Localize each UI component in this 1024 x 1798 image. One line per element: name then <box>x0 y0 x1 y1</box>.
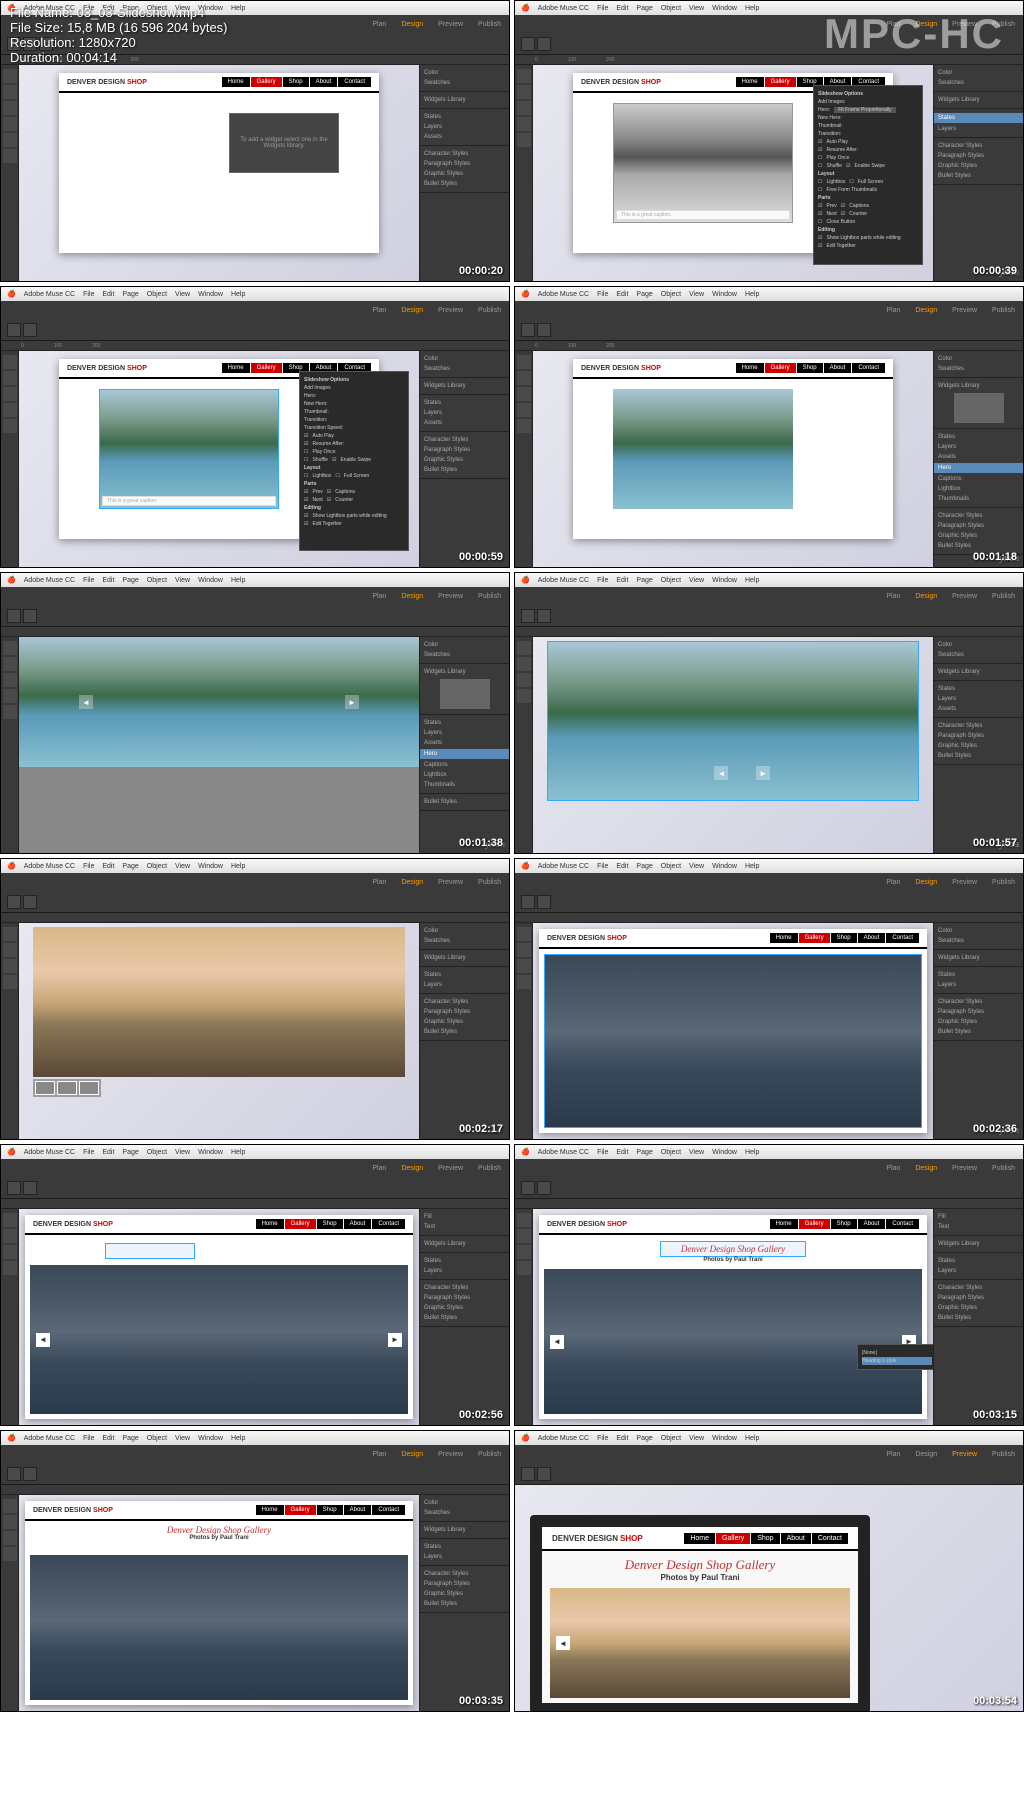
tools-panel <box>1 65 19 281</box>
video-thumbnail[interactable]: 🍎Adobe Muse CCFileEditPageObjectViewWind… <box>514 858 1024 1140</box>
slideshow-hero-image[interactable]: ◄ ► <box>544 1269 922 1414</box>
caption-bar[interactable]: This is a great caption. <box>616 210 790 220</box>
desktop-monitor: DENVERDESIGNSHOP HomeGalleryShopAboutCon… <box>530 1515 870 1711</box>
slideshow-hero-image[interactable] <box>544 954 922 1128</box>
next-arrow-button[interactable]: ► <box>345 695 359 709</box>
slide-thumb[interactable] <box>79 1081 99 1095</box>
file-name: File Name: 03_03-Slideshow.mp4 <box>10 5 228 20</box>
file-duration: Duration: 00:04:14 <box>10 50 228 65</box>
slideshow-hero-image[interactable]: This is a great caption. <box>613 103 793 223</box>
slide-thumb[interactable] <box>57 1081 77 1095</box>
next-arrow-button[interactable]: ► <box>388 1333 402 1347</box>
gallery-title-text: Denver Design Shop Gallery <box>542 1557 858 1573</box>
paragraph-style-dropdown[interactable]: [None] Heading 1 style <box>857 1344 933 1370</box>
rectangle-tool[interactable] <box>3 117 17 131</box>
right-panels: ColorSwatches Widgets Library StatesLaye… <box>419 65 509 281</box>
slide-thumb[interactable] <box>35 1081 55 1095</box>
photo-credit-text[interactable]: Photos by Paul Trani <box>539 1257 927 1263</box>
slideshow-hero-image[interactable] <box>33 927 405 1077</box>
slideshow-hero-image[interactable]: ◄ <box>550 1588 850 1698</box>
file-resolution: Resolution: 1280x720 <box>10 35 228 50</box>
text-tool[interactable] <box>3 101 17 115</box>
video-thumbnail[interactable]: 🍎Adobe Muse CCFileEditPageObjectViewWind… <box>514 572 1024 854</box>
slideshow-hero-image[interactable]: This is a great caption. <box>99 389 279 509</box>
widget-drop-zone[interactable]: To add a widget select one in the Widget… <box>229 113 339 173</box>
player-logo: MPC-HC <box>824 10 1004 58</box>
slideshow-hero-image[interactable] <box>30 1555 408 1700</box>
text-edit-box[interactable] <box>105 1243 195 1259</box>
video-thumbnail[interactable]: 🍎Adobe Muse CCFileEditPageObjectViewWind… <box>0 1144 510 1426</box>
gallery-title-text: Denver Design Shop Gallery <box>25 1525 413 1535</box>
video-thumbnail[interactable]: 🍎Adobe Muse CCFileEditPageObjectViewWind… <box>0 1430 510 1712</box>
prev-arrow-button[interactable]: ◄ <box>79 695 93 709</box>
file-info-overlay: File Name: 03_03-Slideshow.mp4 File Size… <box>10 5 228 65</box>
slideshow-hero-image[interactable] <box>613 389 793 509</box>
slideshow-hero-image[interactable]: ◄ ► <box>19 637 419 767</box>
photo-credit-text: Photos by Paul Trani <box>25 1535 413 1541</box>
video-thumbnail[interactable]: 🍎Adobe Muse CCFileEditPageObjectViewWind… <box>514 1144 1024 1426</box>
video-thumbnail[interactable]: 🍎Adobe Muse CCFileEditPageObjectViewWind… <box>514 1430 1024 1712</box>
preview-mode-tab[interactable]: Preview <box>952 1451 977 1458</box>
selection-tool[interactable] <box>3 69 17 83</box>
thumbnail-grid: 🍎 Adobe Muse CC FileEditPageObjectViewWi… <box>0 0 1024 1712</box>
prev-arrow-button[interactable]: ◄ <box>36 1333 50 1347</box>
slideshow-hero-image[interactable]: ◄ ► <box>30 1265 408 1414</box>
photo-credit-text: Photos by Paul Trani <box>542 1573 858 1582</box>
widget-thumbnail[interactable] <box>954 393 1004 423</box>
next-arrow-button[interactable]: ► <box>756 766 770 780</box>
file-size: File Size: 15,8 MB (16 596 204 bytes) <box>10 20 228 35</box>
video-thumbnail[interactable]: 🍎Adobe Muse CCFileEditPageObjectViewWind… <box>0 286 510 568</box>
slideshow-options-panel[interactable]: Slideshow Options Add Images Hero:Fit Fr… <box>813 85 923 265</box>
video-thumbnail[interactable]: 🍎Adobe Muse CCFileEditPageObjectViewWind… <box>514 286 1024 568</box>
zoom-tool[interactable] <box>3 149 17 163</box>
slideshow-options-panel[interactable]: Slideshow Options Add Images Hero: New H… <box>299 371 409 551</box>
video-thumbnail[interactable]: 🍎Adobe Muse CCFileEditPageObjectViewWind… <box>0 572 510 854</box>
design-canvas[interactable]: DENVERDESIGNSHOP HomeGalleryShopAboutCon… <box>59 73 379 253</box>
video-thumbnail[interactable]: 🍎Adobe Muse CCFileEditPageObjectViewWind… <box>0 858 510 1140</box>
hand-tool[interactable] <box>3 133 17 147</box>
slideshow-hero-image[interactable]: ◄ ► <box>547 641 919 801</box>
crop-tool[interactable] <box>3 85 17 99</box>
timestamp: 00:00:20 <box>459 265 503 277</box>
thumbnail-strip[interactable] <box>33 1079 101 1097</box>
gallery-title-text[interactable]: Denver Design Shop Gallery <box>660 1241 806 1257</box>
prev-arrow-button[interactable]: ◄ <box>714 766 728 780</box>
prev-arrow-button[interactable]: ◄ <box>556 1636 570 1650</box>
